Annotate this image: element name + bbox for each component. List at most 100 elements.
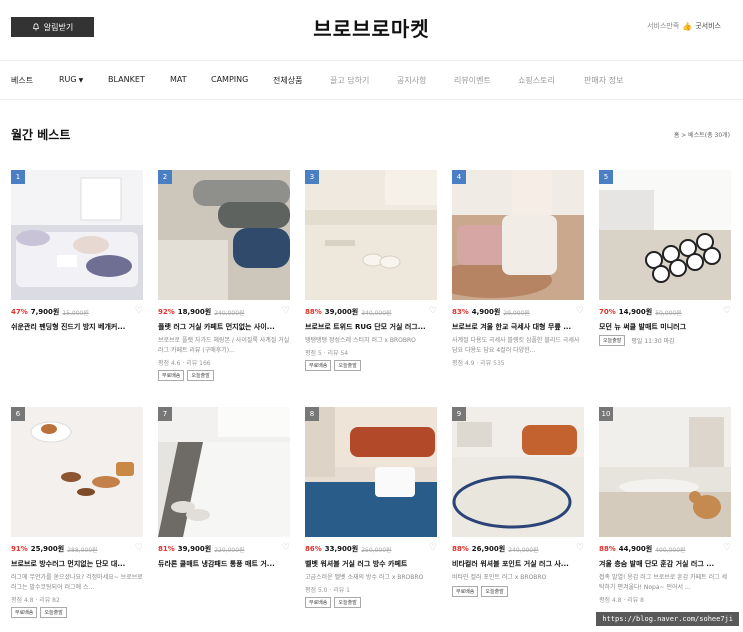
nav-item-blanket[interactable]: BLANKET: [108, 75, 145, 84]
heart-icon[interactable]: ♡: [429, 306, 437, 316]
nav-item-rug-label: RUG: [59, 75, 77, 84]
service-badge-label: 굿서비스: [695, 22, 721, 30]
original-price: 50,000원: [655, 309, 682, 317]
product-card[interactable]: 8 86% 33,900원 250,000원 ♡ 벨벳 워셔블 거실 러그 방수…: [305, 407, 437, 608]
nav-item-wishlist[interactable]: 끌고 담하기: [330, 75, 369, 86]
sale-price: 39,900원: [177, 545, 212, 553]
nav-item-mat[interactable]: MAT: [170, 75, 187, 84]
product-image[interactable]: 1: [11, 170, 143, 300]
product-thumbnail: [599, 170, 731, 300]
product-card[interactable]: 3 88% 39,000원 340,000원 ♡ 브로브로 트위드 RUG 단모…: [305, 170, 437, 371]
price-row: 86% 33,900원 250,000원 ♡: [305, 543, 437, 554]
shipping-badge: 오늘출발: [334, 360, 361, 371]
price-row: 47% 7,900원 15,000원 ♡: [11, 306, 143, 317]
product-image[interactable]: 10: [599, 407, 731, 537]
nav-item-camping[interactable]: CAMPING: [211, 75, 248, 84]
sale-price: 26,900원: [471, 545, 506, 553]
product-image[interactable]: 8: [305, 407, 437, 537]
product-name[interactable]: 브로브로 트위드 RUG 단모 거실 러그...: [305, 322, 437, 332]
product-thumbnail: [599, 407, 731, 537]
heart-icon[interactable]: ♡: [576, 543, 584, 553]
price-row: 92% 18,900원 240,000원 ♡: [158, 306, 290, 317]
original-price: 250,000원: [361, 546, 392, 554]
shipping-badge: 오늘출발: [187, 370, 214, 381]
product-name[interactable]: 브로브로 겨울 한교 극세사 대형 무릎 ...: [452, 322, 584, 332]
rank-badge: 4: [452, 170, 466, 184]
heart-icon[interactable]: ♡: [135, 306, 143, 316]
product-name[interactable]: 듀라론 쿨매트 냉감패드 통풍 매트 거...: [158, 559, 290, 569]
product-card[interactable]: 4 83% 4,900원 29,000원 ♡ 브로브로 겨울 한교 극세사 대형…: [452, 170, 584, 367]
heart-icon[interactable]: ♡: [429, 543, 437, 553]
rank-badge: 1: [11, 170, 25, 184]
product-card[interactable]: 10 88% 44,900원 400,000원 ♡ 겨울 층숨 발매 단모 훈감…: [599, 407, 731, 604]
product-card[interactable]: 6 91% 25,900원 288,000원 ♡ 브로브로 방수러그 먼지없는 …: [11, 407, 143, 618]
original-price: 340,000원: [361, 309, 392, 317]
product-name[interactable]: 플랫 러그 거실 카페트 먼지없는 사이...: [158, 322, 290, 332]
rating-review-count: 평점 4.8 · 리뷰 82: [11, 597, 60, 604]
heart-icon[interactable]: ♡: [282, 306, 290, 316]
original-price: 29,000원: [503, 309, 530, 317]
price-row: 88% 44,900원 400,000원 ♡: [599, 543, 731, 554]
shipping-badge: 오늘출발: [334, 597, 361, 608]
product-image[interactable]: 5: [599, 170, 731, 300]
heart-icon[interactable]: ♡: [723, 543, 731, 553]
breadcrumb[interactable]: 홈 > 베스트(총 30개): [674, 130, 730, 139]
product-image[interactable]: 3: [305, 170, 437, 300]
discount-rate: 88%: [305, 308, 322, 316]
store-logo[interactable]: 브로브로마켓: [0, 13, 743, 42]
watermark: https://blog.naver.com/sohee7ji: [596, 612, 739, 626]
product-image[interactable]: 6: [11, 407, 143, 537]
heart-icon[interactable]: ♡: [723, 306, 731, 316]
cutoff-time: 평일 11:30 마감: [631, 338, 675, 345]
rating-review-count: 평점 4.9 · 리뷰 535: [452, 360, 505, 367]
original-price: 240,000원: [214, 309, 245, 317]
heart-icon[interactable]: ♡: [576, 306, 584, 316]
rank-badge: 10: [599, 407, 613, 421]
product-name[interactable]: 브로브로 방수러그 먼지없는 단모 대...: [11, 559, 143, 569]
product-description: 사계절 다용도 극세사 블랭킷 심플한 블리드 극세사 담요 다용도 담요 4컬…: [452, 337, 580, 354]
price-row: 88% 26,900원 240,000원 ♡: [452, 543, 584, 554]
product-description: 탱탱탱탱 정성스레 스티치 러그 x BROBRO: [305, 337, 416, 344]
product-card[interactable]: 2 92% 18,900원 240,000원 ♡ 플랫 러그 거실 카페트 먼지…: [158, 170, 290, 381]
heart-icon[interactable]: ♡: [135, 543, 143, 553]
product-image[interactable]: 4: [452, 170, 584, 300]
product-name[interactable]: 겨울 층숨 발매 단모 훈감 거실 러그 ...: [599, 559, 731, 569]
product-image[interactable]: 2: [158, 170, 290, 300]
product-name[interactable]: 모던 뉴 써클 발매트 미니러그: [599, 322, 731, 332]
nav-item-best[interactable]: 베스트: [11, 75, 33, 86]
product-card[interactable]: 5 70% 14,900원 50,000원 ♡ 모던 뉴 써클 발매트 미니러그…: [599, 170, 731, 346]
badge-row: 무료배송 오늘출발: [305, 360, 437, 371]
nav-item-rug[interactable]: RUG ▼: [59, 75, 83, 84]
nav-item-notice[interactable]: 공지사항: [397, 75, 426, 86]
sale-price: 4,900원: [471, 308, 501, 316]
heart-icon[interactable]: ♡: [282, 543, 290, 553]
nav-item-shopping-story[interactable]: 쇼핑스토리: [518, 75, 555, 86]
product-name[interactable]: 쉬운관리 펜딩형 진드기 방지 베개커...: [11, 322, 143, 332]
sale-price: 14,900원: [618, 308, 653, 316]
product-description: 접촉 발열! 옹감 러그 브로브로 훈감 카페트 러그 세탁하기 편겨울다! N…: [599, 574, 728, 591]
nav-item-seller-info[interactable]: 판매자 정보: [584, 75, 623, 86]
discount-rate: 86%: [305, 545, 322, 553]
top-header: 알림받기 브로브로마켓 서비스만족 👍 굿서비스: [0, 0, 743, 58]
discount-rate: 88%: [452, 545, 469, 553]
shipping-badge: 무료배송: [452, 586, 479, 597]
product-thumbnail: [11, 170, 143, 300]
nav-item-review-event[interactable]: 리뷰이벤트: [454, 75, 491, 86]
sale-price: 39,000원: [324, 308, 359, 316]
rating-review-count: 평점 5 · 리뷰 54: [305, 350, 349, 357]
product-card[interactable]: 7 81% 39,900원 220,000원 ♡ 듀라론 쿨매트 냉감패드 통풍…: [158, 407, 290, 569]
product-image[interactable]: 7: [158, 407, 290, 537]
product-card[interactable]: 9 88% 26,900원 240,000원 ♡ 비타컬러 워셔블 포인트 거실…: [452, 407, 584, 597]
badge-row: 무료배송 오늘출발: [11, 607, 143, 618]
product-image[interactable]: 9: [452, 407, 584, 537]
product-name[interactable]: 벨벳 워셔블 거실 러그 방수 카페트: [305, 559, 437, 569]
product-name[interactable]: 비타컬러 워셔블 포인트 거실 러그 사...: [452, 559, 584, 569]
discount-rate: 91%: [11, 545, 28, 553]
price-row: 81% 39,900원 220,000원 ♡: [158, 543, 290, 554]
shipping-badge: 오늘출발: [481, 586, 508, 597]
product-card[interactable]: 1 47% 7,900원 15,000원 ♡ 쉬운관리 펜딩형 진드기 방지 베…: [11, 170, 143, 332]
badge-row: 무료배송 오늘출발: [158, 370, 290, 381]
thumbs-up-icon: 👍: [682, 21, 693, 31]
product-thumbnail: [305, 407, 437, 537]
nav-item-all-products[interactable]: 전체상품: [273, 75, 302, 86]
